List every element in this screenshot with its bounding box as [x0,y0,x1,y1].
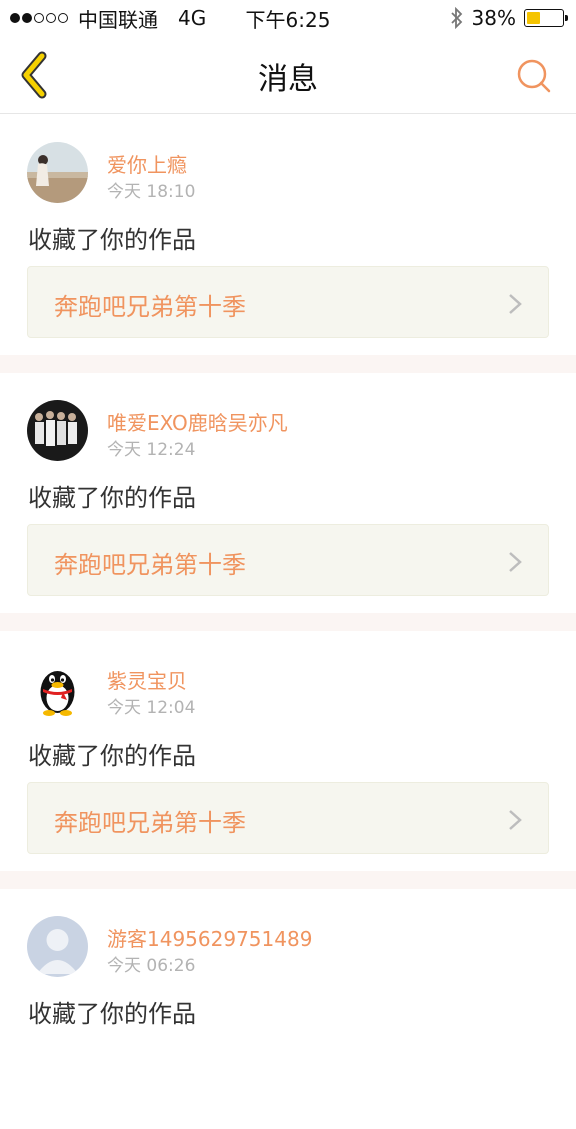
user-name[interactable]: 爱你上瘾 [107,149,187,178]
network-type: 4G [178,6,207,30]
message-item: 游客1495629751489 今天 06:26 收藏了你的作品 [0,889,576,1129]
user-avatar[interactable] [27,400,88,461]
message-time: 今天 06:26 [107,956,196,976]
message-item: 紫灵宝贝 今天 12:04 收藏了你的作品 奔跑吧兄弟第十季 [0,631,576,871]
message-time: 今天 12:04 [107,698,196,718]
battery-icon [524,9,568,27]
user-name[interactable]: 唯爱EXO鹿晗吴亦凡 [107,407,288,436]
status-bar: 中国联通 4G 下午6:25 38% [0,0,576,36]
work-title: 奔跑吧兄弟第十季 [54,551,246,579]
message-action: 收藏了你的作品 [28,484,196,512]
message-action: 收藏了你的作品 [28,226,196,254]
work-title: 奔跑吧兄弟第十季 [54,809,246,837]
work-link[interactable]: 奔跑吧兄弟第十季 [27,266,549,338]
message-item: 唯爱EXO鹿晗吴亦凡 今天 12:24 收藏了你的作品 奔跑吧兄弟第十季 [0,373,576,613]
bluetooth-icon [450,7,462,29]
work-title: 奔跑吧兄弟第十季 [54,293,246,321]
work-link[interactable]: 奔跑吧兄弟第十季 [27,524,549,596]
message-time: 今天 12:24 [107,440,196,460]
default-user-avatar[interactable] [27,916,88,977]
carrier-name: 中国联通 [78,7,158,32]
chevron-right-icon [509,810,522,830]
chevron-right-icon [509,294,522,314]
message-item: 爱你上瘾 今天 18:10 收藏了你的作品 奔跑吧兄弟第十季 [0,115,576,355]
battery-percent: 38% [471,6,516,30]
user-name[interactable]: 游客1495629751489 [107,923,312,952]
work-link[interactable]: 奔跑吧兄弟第十季 [27,782,549,854]
signal-strength-icon [10,13,68,23]
user-avatar[interactable] [27,142,88,203]
page-title: 消息 [258,62,318,97]
section-divider [0,871,576,889]
clock: 下午6:25 [245,7,331,32]
message-time: 今天 18:10 [107,182,196,202]
message-action: 收藏了你的作品 [28,742,196,770]
search-button[interactable] [516,58,552,94]
section-divider [0,613,576,631]
chevron-right-icon [509,552,522,572]
nav-bar: 消息 [0,36,576,114]
penguin-avatar[interactable] [27,658,88,719]
section-divider [0,355,576,373]
user-name[interactable]: 紫灵宝贝 [107,665,187,694]
message-list: 爱你上瘾 今天 18:10 收藏了你的作品 奔跑吧兄弟第十季 唯爱EXO鹿晗吴亦… [0,115,576,1129]
search-icon [517,59,551,93]
